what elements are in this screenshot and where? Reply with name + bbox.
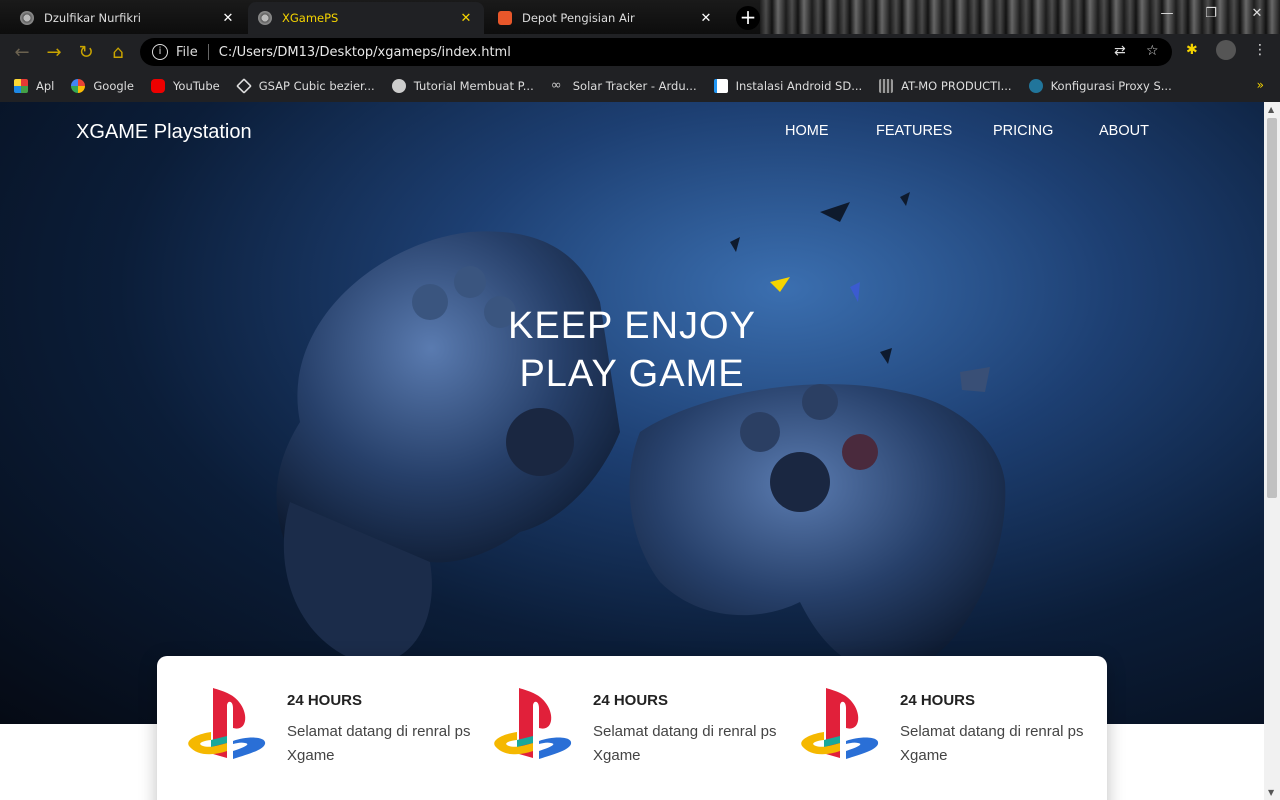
bookmark-tutorial[interactable]: Tutorial Membuat P...: [391, 79, 534, 93]
headline-line-2: PLAY GAME: [519, 353, 745, 395]
page-icon: [713, 79, 728, 93]
tab-title: Depot Pengisian Air: [522, 11, 635, 25]
forward-button[interactable]: →: [38, 36, 70, 68]
controller-illustration: [276, 192, 1006, 673]
bookmark-label: Solar Tracker - Ardu...: [572, 79, 697, 93]
feature-title: 24 HOURS: [900, 692, 976, 709]
url-text[interactable]: C:/Users/DM13/Desktop/xgameps/index.html: [219, 45, 511, 60]
playstation-logo-icon: [188, 688, 266, 759]
hero-section: XGAME Playstation HOME FEATURES PRICING …: [0, 102, 1264, 724]
extensions-icon[interactable]: ✱: [1186, 42, 1198, 58]
feature-item: 24 HOURS Selamat datang di renral ps Xga…: [463, 656, 776, 764]
apps-grid-icon: [14, 79, 28, 93]
browser-toolbar: ← → ↻ ⌂ i File C:/Users/DM13/Desktop/xga…: [0, 34, 1280, 70]
bookmark-youtube[interactable]: YouTube: [150, 79, 220, 93]
info-icon[interactable]: i: [152, 44, 168, 60]
close-icon[interactable]: ✕: [458, 11, 474, 26]
tab-strip: Dzulfikar Nurfikri ✕ XGamePS ✕ Depot Pen…: [0, 0, 1280, 34]
home-button[interactable]: ⌂: [102, 36, 134, 68]
bookmark-gsap[interactable]: GSAP Cubic bezier...: [235, 78, 375, 94]
back-button[interactable]: ←: [6, 36, 38, 68]
address-bar[interactable]: i File C:/Users/DM13/Desktop/xgameps/ind…: [140, 38, 1172, 66]
page-scrollbar[interactable]: ▲ ▼: [1264, 102, 1280, 800]
scroll-thumb[interactable]: [1267, 118, 1277, 498]
codepen-icon: [235, 78, 252, 94]
feature-item: 24 HOURS Selamat datang di renral ps Xga…: [157, 656, 470, 764]
film-icon: [879, 79, 894, 93]
new-tab-button[interactable]: +: [736, 6, 760, 30]
bookmark-android[interactable]: Instalasi Android SD...: [713, 79, 863, 93]
window-close-button[interactable]: ✕: [1242, 6, 1272, 21]
tab-2[interactable]: XGamePS ✕: [248, 2, 484, 34]
youtube-icon: [150, 79, 165, 93]
tab-title: Dzulfikar Nurfikri: [44, 11, 141, 25]
divider: [207, 44, 209, 60]
scroll-down-icon[interactable]: ▼: [1268, 788, 1274, 797]
globe-icon: [391, 79, 406, 93]
tab-title: XGamePS: [282, 11, 339, 25]
playstation-logo-icon: [801, 688, 879, 759]
bookmark-label: YouTube: [172, 79, 220, 93]
bookmark-label: Instalasi Android SD...: [735, 79, 863, 93]
feature-item: 24 HOURS Selamat datang di renral ps Xga…: [770, 656, 1083, 764]
feature-description: Selamat datang di renral ps Xgame: [900, 723, 1084, 764]
profile-avatar[interactable]: [1216, 40, 1236, 60]
feature-title: 24 HOURS: [287, 692, 363, 709]
bookmark-label: Konfigurasi Proxy S...: [1050, 79, 1172, 93]
close-icon[interactable]: ✕: [220, 11, 236, 26]
feature-description: Selamat datang di renral ps Xgame: [287, 723, 471, 764]
close-icon[interactable]: ✕: [698, 11, 714, 26]
nav-pricing[interactable]: PRICING: [993, 123, 1053, 139]
translate-icon[interactable]: ⇄: [1114, 43, 1126, 59]
menu-icon[interactable]: ⋮: [1253, 42, 1267, 58]
globe-icon: [258, 11, 272, 25]
bookmark-label: GSAP Cubic bezier...: [258, 79, 375, 93]
brand-logo[interactable]: XGAME Playstation: [76, 121, 252, 144]
google-icon: [71, 79, 86, 93]
bookmark-label: Apl: [36, 79, 55, 93]
nav-about[interactable]: ABOUT: [1099, 123, 1149, 139]
feature-description: Selamat datang di renral ps Xgame: [593, 723, 777, 764]
scheme-label: File: [176, 44, 198, 60]
more-bookmarks-icon[interactable]: »: [1257, 78, 1264, 92]
xampp-icon: [498, 11, 512, 25]
wordpress-icon: [1028, 79, 1043, 93]
bookmarks-bar: Apl Google YouTube GSAP Cubic bezier... …: [0, 70, 1280, 102]
scroll-up-icon[interactable]: ▲: [1268, 105, 1274, 114]
nav-home[interactable]: HOME: [785, 123, 829, 139]
bookmark-label: Google: [93, 79, 134, 93]
tab-3[interactable]: Depot Pengisian Air ✕: [488, 2, 724, 34]
restore-button[interactable]: ❐: [1196, 6, 1226, 21]
bookmark-star-icon[interactable]: ☆: [1146, 43, 1159, 59]
bookmark-atmo[interactable]: AT-MO PRODUCTI...: [879, 79, 1012, 93]
bookmark-label: AT-MO PRODUCTI...: [901, 79, 1012, 93]
features-card: 24 HOURS Selamat datang di renral ps Xga…: [157, 656, 1107, 800]
infinity-icon: ∞: [550, 78, 562, 93]
hero-headline: KEEP ENJOY PLAY GAME: [420, 302, 844, 398]
headline-line-1: KEEP ENJOY: [508, 305, 756, 347]
reload-button[interactable]: ↻: [70, 36, 102, 68]
playstation-logo-icon: [494, 688, 572, 759]
globe-icon: [20, 11, 34, 25]
tab-1[interactable]: Dzulfikar Nurfikri ✕: [10, 2, 246, 34]
minimize-button[interactable]: —: [1152, 6, 1182, 21]
nav-features[interactable]: FEATURES: [876, 123, 952, 139]
bookmark-proxy[interactable]: Konfigurasi Proxy S...: [1028, 79, 1172, 93]
bookmark-apl[interactable]: Apl: [14, 79, 54, 93]
bookmark-google[interactable]: Google: [71, 79, 134, 93]
page-viewport: XGAME Playstation HOME FEATURES PRICING …: [0, 102, 1264, 800]
feature-title: 24 HOURS: [593, 692, 669, 709]
bookmark-label: Tutorial Membuat P...: [413, 79, 534, 93]
bookmark-solar[interactable]: ∞ Solar Tracker - Ardu...: [550, 78, 697, 94]
